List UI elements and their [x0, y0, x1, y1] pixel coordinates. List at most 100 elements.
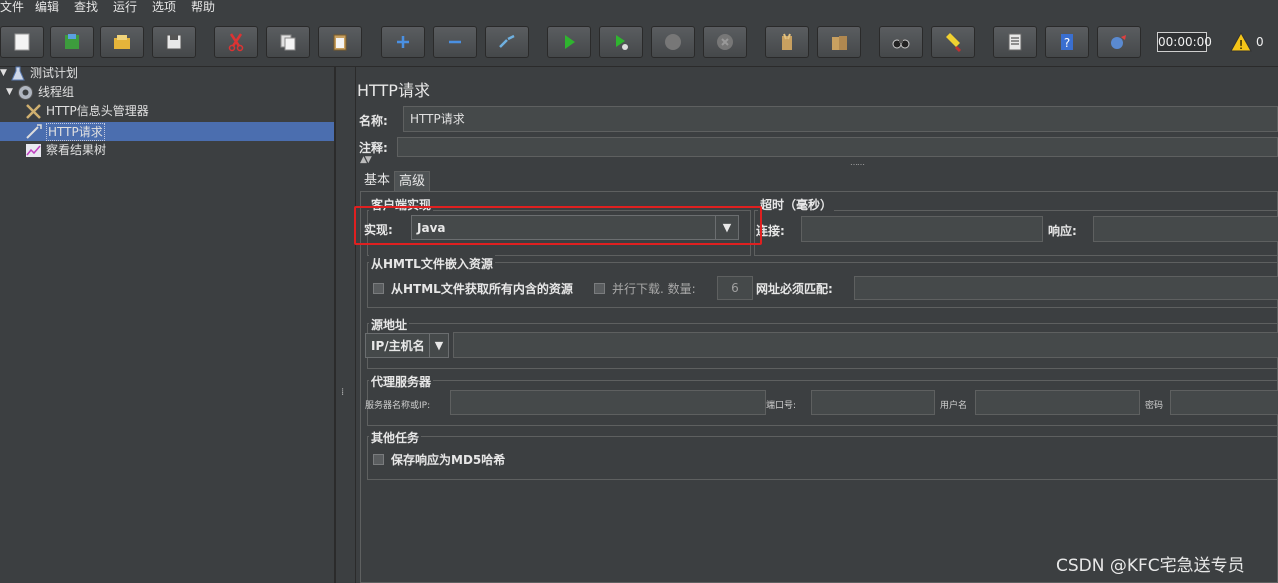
proxy-user-label: 用户名: [940, 401, 968, 411]
clear-button[interactable]: [765, 26, 809, 58]
expand-arrow-icon[interactable]: ▼: [6, 83, 13, 102]
retrieve-all-label: 从HTML文件获取所有内含的资源: [391, 282, 573, 296]
source-address-input[interactable]: [453, 332, 1278, 358]
collapse-icon: [449, 40, 461, 44]
menu-search[interactable]: 查找: [74, 0, 98, 15]
proxy-user-input[interactable]: [975, 390, 1140, 415]
menu-bar: 文件 编辑 查找 运行 选项 帮助: [0, 0, 1278, 16]
reset-search-icon: [946, 33, 962, 53]
stop-icon: [665, 34, 681, 50]
tree-item-http-request[interactable]: HTTP请求: [0, 122, 334, 141]
cut-icon: [228, 33, 244, 52]
header-manager-icon: [26, 104, 41, 119]
page-title: HTTP请求: [357, 81, 430, 100]
url-match-label: 网址必须匹配:: [756, 282, 833, 296]
clear-icon: [782, 33, 792, 50]
pane-splitter[interactable]: ⁞: [335, 67, 356, 583]
source-type-value: IP/主机名: [371, 339, 425, 353]
remote-button[interactable]: [1097, 26, 1141, 58]
proxy-port-input[interactable]: [811, 390, 935, 415]
open-icon: [114, 35, 130, 49]
tab-advanced[interactable]: 高级: [394, 171, 431, 192]
menu-options[interactable]: 选项: [152, 0, 176, 15]
advanced-tab-panel: 客户端实现 实现: Java ▼ 超时（毫秒） 连接: 响应: 从HMTL文件嵌…: [360, 191, 1278, 583]
function-helper-button[interactable]: [993, 26, 1037, 58]
collapse-button[interactable]: [433, 26, 477, 58]
tab-basic[interactable]: 基本: [360, 171, 394, 191]
clear-all-button[interactable]: [817, 26, 861, 58]
collapse-arrows-icon[interactable]: ▲▼: [360, 155, 372, 165]
comment-input[interactable]: [397, 137, 1278, 157]
proxy-password-input[interactable]: [1170, 390, 1278, 415]
proxy-title: 代理服务器: [369, 373, 434, 390]
start-button[interactable]: [547, 26, 591, 58]
menu-run[interactable]: 运行: [113, 0, 137, 15]
retrieve-all-checkbox[interactable]: [373, 283, 384, 294]
warning-count: 0: [1256, 35, 1264, 49]
copy-icon: [280, 34, 296, 51]
proxy-password-label: 密码: [1145, 401, 1164, 411]
tree-item-test-plan[interactable]: ▼ 测试计划: [0, 64, 334, 83]
test-plan-icon: [11, 66, 25, 81]
menu-file[interactable]: 文件: [0, 0, 24, 15]
md5-checkbox[interactable]: [373, 454, 384, 465]
start-no-pause-button[interactable]: [599, 26, 643, 58]
http-request-icon: [26, 124, 42, 139]
toggle-icon: [499, 34, 515, 48]
tree-item-thread-group[interactable]: ▼ 线程组: [0, 83, 334, 102]
results-tree-icon: [26, 144, 41, 157]
thread-group-icon: [18, 85, 33, 100]
name-label: 名称:: [359, 114, 388, 128]
timeout-title: 超时（毫秒）: [758, 196, 835, 213]
connect-timeout-input[interactable]: [801, 216, 1043, 242]
warning-icon[interactable]: !: [1230, 32, 1252, 52]
expand-arrow-icon[interactable]: ▼: [0, 64, 7, 83]
expand-icon: [397, 36, 409, 48]
stop-button[interactable]: [651, 26, 695, 58]
svg-text:?: ?: [1064, 36, 1070, 50]
help-button[interactable]: ?: [1045, 26, 1089, 58]
save-button[interactable]: [152, 26, 196, 58]
parallel-download-checkbox[interactable]: [594, 283, 605, 294]
menu-help[interactable]: 帮助: [191, 0, 215, 15]
comment-label: 注释:: [359, 141, 388, 155]
start-icon: [565, 35, 575, 49]
parallel-download-label: 并行下载. 数量:: [612, 282, 696, 296]
proxy-host-input[interactable]: [450, 390, 766, 415]
shutdown-button[interactable]: [703, 26, 747, 58]
response-timeout-label: 响应:: [1048, 224, 1077, 238]
parallel-count-input[interactable]: 6: [717, 276, 753, 300]
response-timeout-input[interactable]: [1093, 216, 1278, 242]
templates-button[interactable]: [50, 26, 94, 58]
new-icon: [14, 33, 30, 51]
splitter-grip-icon: ⁞: [341, 387, 345, 398]
shutdown-icon: [717, 34, 733, 50]
cut-button[interactable]: [214, 26, 258, 58]
tree-item-header-manager[interactable]: HTTP信息头管理器: [0, 102, 334, 121]
chevron-down-icon[interactable]: ▼: [429, 334, 448, 357]
divider-drag-icon[interactable]: ……: [850, 158, 865, 167]
remote-icon: [1111, 35, 1126, 49]
search-button[interactable]: [879, 26, 923, 58]
paste-icon: [333, 34, 347, 51]
http-request-panel: HTTP请求 名称: HTTP请求 注释: ▲▼ …… 基本 高级 客户端实现 …: [357, 67, 1278, 583]
start-no-pause-icon: [616, 35, 628, 50]
reset-search-button[interactable]: [931, 26, 975, 58]
templates-icon: [65, 34, 79, 49]
toggle-button[interactable]: [485, 26, 529, 58]
tree-item-results-tree[interactable]: 察看结果树: [0, 141, 334, 160]
copy-button[interactable]: [266, 26, 310, 58]
watermark: CSDN @KFC宅急送专员: [1056, 556, 1245, 576]
function-helper-icon: [1008, 33, 1022, 51]
new-button[interactable]: [0, 26, 44, 58]
expand-button[interactable]: [381, 26, 425, 58]
highlight-box: [354, 206, 762, 245]
open-button[interactable]: [100, 26, 144, 58]
url-match-input[interactable]: [854, 276, 1278, 300]
menu-edit[interactable]: 编辑: [35, 0, 59, 15]
name-input[interactable]: HTTP请求: [403, 106, 1278, 132]
source-type-select[interactable]: IP/主机名 ▼: [365, 333, 449, 358]
source-address-title: 源地址: [369, 316, 410, 333]
paste-button[interactable]: [318, 26, 362, 58]
help-icon: ?: [1061, 34, 1073, 50]
